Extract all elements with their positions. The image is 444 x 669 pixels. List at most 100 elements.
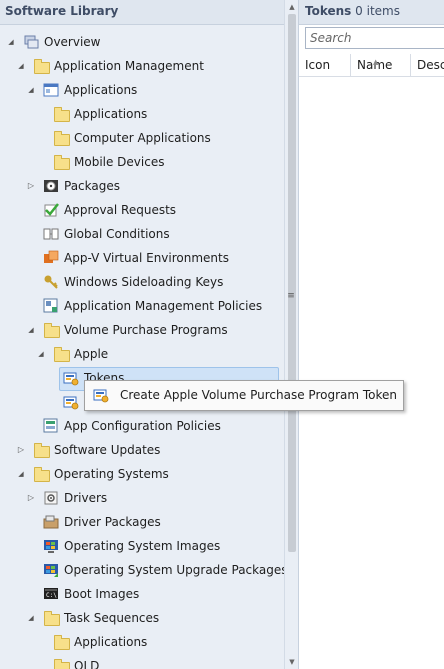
token-icon <box>63 370 79 386</box>
expanded-arrow-icon[interactable]: ◢ <box>36 342 46 366</box>
package-icon <box>43 178 59 194</box>
folder-icon <box>53 106 70 122</box>
tree-item[interactable]: ◢ Volume Purchase Programs <box>0 318 284 342</box>
tree-item-label: Drivers <box>64 491 108 505</box>
tree-item[interactable]: Mobile Devices <box>0 150 284 174</box>
folder-icon <box>33 58 50 74</box>
tree-item[interactable]: ◢ Application Management <box>0 54 284 78</box>
os-upgrade-icon <box>43 562 59 578</box>
collapsed-arrow-icon[interactable]: ▷ <box>26 174 36 198</box>
tree-item[interactable]: Windows Sideloading Keys <box>0 270 284 294</box>
policy-icon <box>43 298 59 314</box>
scroll-up-button[interactable]: ▲ <box>285 0 299 14</box>
overview-icon <box>23 34 39 50</box>
tree-item[interactable]: Operating System Upgrade Packages <box>0 558 284 582</box>
tree-item-label: Applications <box>74 635 148 649</box>
navigation-header: Software Library <box>0 0 284 25</box>
expanded-arrow-icon[interactable]: ◢ <box>6 30 16 54</box>
tree-item[interactable]: Computer Applications <box>0 126 284 150</box>
list-title-name: Tokens <box>305 4 352 18</box>
expanded-arrow-icon[interactable]: ◢ <box>16 54 26 78</box>
tree-item-label: Operating System Images <box>64 539 221 553</box>
os-image-icon <box>43 538 59 554</box>
tree-item-label: Driver Packages <box>64 515 161 529</box>
tree-item[interactable]: Applications <box>0 102 284 126</box>
tree-item[interactable]: C:\ Boot Images <box>0 582 284 606</box>
tree-item[interactable]: Applications <box>0 630 284 654</box>
tree-item-label: Task Sequences <box>64 611 160 625</box>
tree-item[interactable]: OLD <box>0 654 284 669</box>
column-header-icon-label: Icon <box>305 58 331 72</box>
create-vpp-token-menu-item[interactable]: Create Apple Volume Purchase Program Tok… <box>86 382 402 409</box>
expanded-arrow-icon[interactable]: ◢ <box>16 462 26 486</box>
driver-icon <box>43 490 59 506</box>
folder-icon <box>53 346 70 362</box>
tree-item-label: OLD <box>74 659 100 669</box>
tree-item-label: Overview <box>44 35 101 49</box>
folder-icon <box>53 658 70 669</box>
driver-package-icon <box>43 514 59 530</box>
tree-item[interactable]: ◢ Task Sequences <box>0 606 284 630</box>
tree-item-label: App-V Virtual Environments <box>64 251 229 265</box>
sort-ascending-icon: ▲ <box>373 58 379 66</box>
tree-item-label: Operating Systems <box>54 467 169 481</box>
folder-icon <box>33 466 50 482</box>
tree-item-label: Volume Purchase Programs <box>64 323 228 337</box>
collapsed-arrow-icon[interactable]: ▷ <box>16 438 26 462</box>
column-header-name[interactable]: ▲ Name <box>351 54 411 76</box>
scroll-down-button[interactable]: ▼ <box>285 655 299 669</box>
collapsed-arrow-icon[interactable]: ▷ <box>26 486 36 510</box>
tree-item[interactable]: ▷ Packages <box>0 174 284 198</box>
list-pane: Tokens 0 items Icon ▲Name Descr <box>298 0 444 669</box>
tree-item-label: Global Conditions <box>64 227 170 241</box>
splitter-grip-icon[interactable]: ≡ <box>287 291 295 301</box>
column-header-icon[interactable]: Icon <box>299 54 351 76</box>
token-license-icon <box>63 394 79 410</box>
tree-item[interactable]: App Configuration Policies <box>0 414 284 438</box>
scroll-thumb[interactable] <box>288 14 296 552</box>
tree-item-label: Applications <box>64 83 138 97</box>
search-input[interactable] <box>306 28 444 48</box>
tree-item[interactable]: ◢ Overview <box>0 30 284 54</box>
tree-item[interactable]: ◢ Operating Systems <box>0 462 284 486</box>
global-conditions-icon <box>43 226 59 242</box>
navigation-pane: Software Library ◢ Overview ◢ Application M… <box>0 0 284 669</box>
tree-item[interactable]: Global Conditions <box>0 222 284 246</box>
applications-icon <box>43 82 59 98</box>
menu-item-label: Create Apple Volume Purchase Program Tok… <box>120 388 398 402</box>
tree-item-label: App Configuration Policies <box>64 419 221 433</box>
navigation-scrollbar[interactable]: ▲ ▼ <box>284 0 299 669</box>
tree-item[interactable]: Operating System Images <box>0 534 284 558</box>
config-policy-icon <box>43 418 59 434</box>
tree-item-label: Packages <box>64 179 120 193</box>
expanded-arrow-icon[interactable]: ◢ <box>26 318 36 342</box>
item-count: 0 items <box>355 4 400 18</box>
tree-item-label: Software Updates <box>54 443 161 457</box>
column-header-description[interactable]: Descr <box>411 54 444 76</box>
expanded-arrow-icon[interactable]: ◢ <box>26 606 36 630</box>
folder-icon <box>53 634 70 650</box>
tree-item-label: Operating System Upgrade Packages <box>64 563 284 577</box>
tree-item-label: Apple <box>74 347 109 361</box>
tree-item[interactable]: Application Management Policies <box>0 294 284 318</box>
tree-item[interactable]: ◢ Applications <box>0 78 284 102</box>
token-icon <box>93 387 109 403</box>
column-headers: Icon ▲Name Descr <box>299 54 444 77</box>
column-header-description-label: Descr <box>417 58 444 72</box>
tree-item[interactable]: Driver Packages <box>0 510 284 534</box>
tree-item-label: Application Management <box>54 59 204 73</box>
tree-item[interactable]: ▷ Drivers <box>0 486 284 510</box>
svg-text:C:\: C:\ <box>46 592 57 599</box>
folder-icon <box>43 610 60 626</box>
search-box[interactable] <box>305 27 444 49</box>
tree-item-label: Boot Images <box>64 587 140 601</box>
expanded-arrow-icon[interactable]: ◢ <box>26 78 36 102</box>
tree-item[interactable]: App-V Virtual Environments <box>0 246 284 270</box>
tree-item-label: Application Management Policies <box>64 299 263 313</box>
tree-item[interactable]: Approval Requests <box>0 198 284 222</box>
tree-item[interactable]: ▷ Software Updates <box>0 438 284 462</box>
approval-icon <box>43 202 59 218</box>
key-icon <box>43 274 59 290</box>
folder-icon <box>53 130 70 146</box>
tree-item[interactable]: ◢ Apple <box>0 342 284 366</box>
